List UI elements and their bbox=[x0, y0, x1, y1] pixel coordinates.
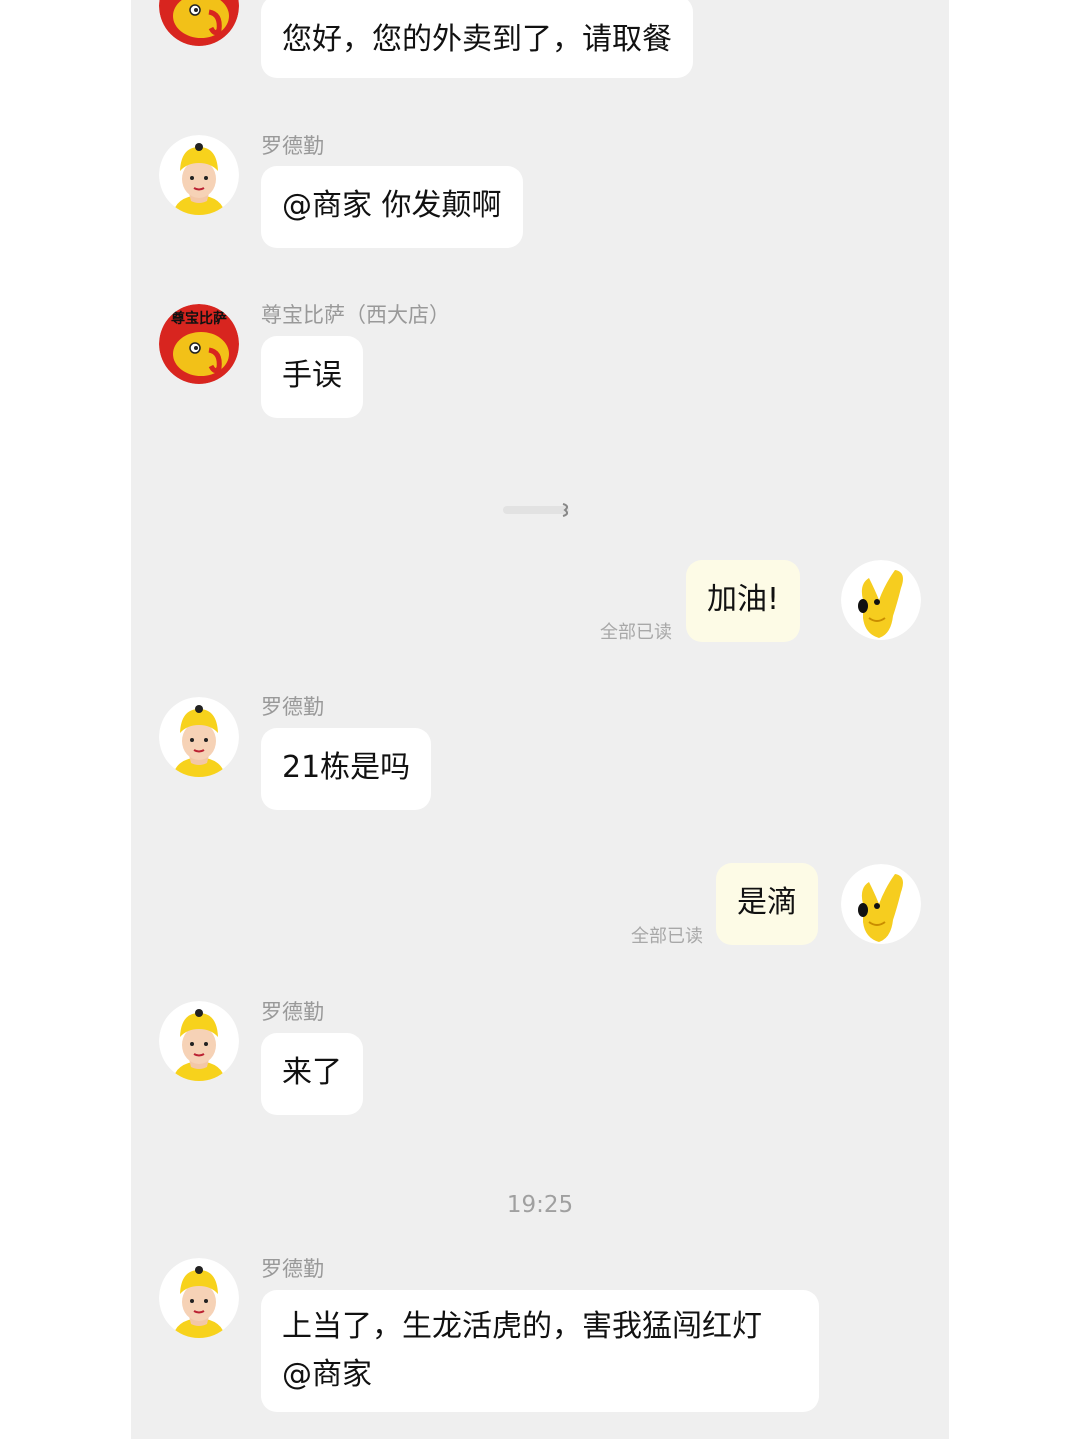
timestamp: 19:25 bbox=[506, 1192, 574, 1218]
courier-helmet-avatar-icon bbox=[159, 1001, 239, 1081]
message-text: @商家 你发颠啊 bbox=[282, 188, 502, 223]
message-text-line: @商家 bbox=[282, 1357, 372, 1392]
merchant-avatar[interactable] bbox=[159, 0, 239, 46]
message-bubble[interactable]: 您好，您的外卖到了，请取餐 bbox=[261, 0, 693, 78]
sender-name: 罗德勤 bbox=[261, 1000, 324, 1024]
merchant-logo-text: 尊宝比萨 bbox=[171, 311, 227, 327]
courier-helmet-avatar-icon bbox=[159, 135, 239, 215]
my-avatar[interactable] bbox=[841, 560, 921, 640]
chat-area[interactable]: 您好，您的外卖到了，请取餐 罗德勤 @商家 你发颠啊 尊宝比萨 尊宝比萨（西大店… bbox=[131, 0, 949, 1439]
courier-avatar[interactable] bbox=[159, 1001, 239, 1081]
message-bubble[interactable]: 手误 bbox=[261, 336, 363, 418]
courier-avatar[interactable] bbox=[159, 135, 239, 215]
message-bubble-outgoing[interactable]: 加油! bbox=[686, 560, 801, 642]
courier-helmet-avatar-icon bbox=[159, 697, 239, 777]
courier-helmet-avatar-icon bbox=[159, 1258, 239, 1338]
sender-name: 罗德勤 bbox=[261, 695, 324, 719]
message-text: 来了 bbox=[282, 1055, 342, 1090]
message-text: 加油! bbox=[707, 582, 780, 617]
pizza-elephant-logo-icon bbox=[159, 0, 239, 46]
merchant-avatar[interactable]: 尊宝比萨 bbox=[159, 304, 239, 384]
my-avatar[interactable] bbox=[841, 864, 921, 944]
read-status: 全部已读 bbox=[631, 926, 703, 947]
yellow-mascot-avatar-icon bbox=[841, 864, 921, 944]
loading-indicator-icon bbox=[503, 503, 569, 517]
message-text: 您好，您的外卖到了，请取餐 bbox=[282, 22, 672, 57]
message-bubble-outgoing[interactable]: 是滴 bbox=[716, 863, 818, 945]
message-text: 是滴 bbox=[737, 885, 797, 920]
sender-name: 罗德勤 bbox=[261, 134, 324, 158]
read-status: 全部已读 bbox=[600, 622, 672, 643]
message-bubble[interactable]: @商家 你发颠啊 bbox=[261, 166, 523, 248]
courier-avatar[interactable] bbox=[159, 697, 239, 777]
message-text: 手误 bbox=[282, 358, 342, 393]
message-text-line: 上当了，生龙活虎的，害我猛闯红灯 bbox=[282, 1309, 762, 1344]
sender-name: 尊宝比萨（西大店） bbox=[261, 303, 450, 327]
yellow-mascot-avatar-icon bbox=[841, 560, 921, 640]
message-bubble[interactable]: 上当了，生龙活虎的，害我猛闯红灯 @商家 bbox=[261, 1290, 819, 1412]
sender-name: 罗德勤 bbox=[261, 1257, 324, 1281]
message-bubble[interactable]: 来了 bbox=[261, 1033, 363, 1115]
message-text: 21栋是吗 bbox=[282, 750, 411, 785]
message-bubble[interactable]: 21栋是吗 bbox=[261, 728, 432, 810]
courier-avatar[interactable] bbox=[159, 1258, 239, 1338]
